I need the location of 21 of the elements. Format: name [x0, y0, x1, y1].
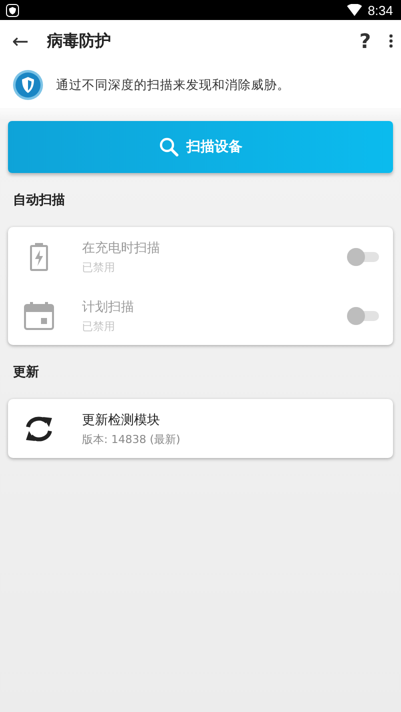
setting-title: 在充电时扫描	[82, 240, 161, 256]
shield-icon	[12, 69, 44, 101]
setting-status: 版本: 14838 (最新)	[82, 432, 182, 446]
more-menu-icon[interactable]	[389, 34, 393, 48]
page-title: 病毒防护	[46, 30, 112, 52]
shield-app-icon	[6, 4, 19, 16]
section-heading: 更新	[12, 364, 40, 382]
search-icon	[158, 137, 178, 157]
setting-status: 已禁用	[82, 260, 116, 274]
setting-status: 已禁用	[82, 318, 116, 334]
refresh-icon	[24, 414, 54, 442]
setting-title: 更新检测模块	[82, 412, 161, 428]
battery-charging-icon	[30, 242, 48, 270]
clock: 8:34	[368, 2, 393, 18]
wifi-icon	[346, 4, 362, 16]
calendar-icon	[24, 302, 54, 330]
back-button[interactable]: ←	[12, 29, 29, 53]
setting-title: 计划扫描	[82, 298, 135, 316]
intro-text: 通过不同深度的扫描来发现和消除威胁。	[56, 76, 290, 94]
section-heading: 自动扫描	[12, 192, 66, 210]
help-button[interactable]: ?	[359, 29, 371, 53]
